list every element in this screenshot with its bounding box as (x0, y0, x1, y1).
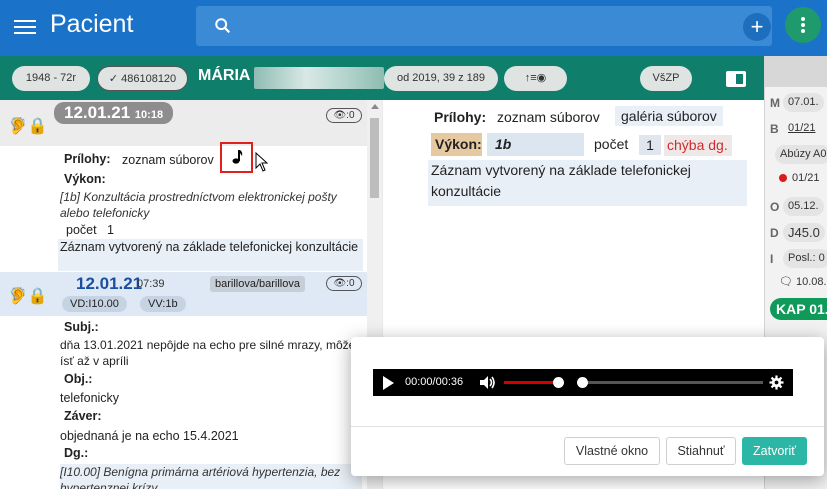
add-button[interactable]: + (743, 13, 771, 41)
summary-row[interactable]: M 07.01. (765, 92, 827, 114)
download-button[interactable]: Stiahnuť (666, 437, 736, 465)
summary-row[interactable]: 🗨 10.08. (765, 272, 827, 294)
vykon-label: Výkon: (64, 172, 106, 186)
play-icon[interactable] (383, 376, 394, 390)
hearing-lock-icon: 🦻🔒 (8, 118, 48, 135)
missing-dg-warning: chýba dg. (664, 135, 732, 156)
summary-row[interactable]: B 01/21 (765, 118, 827, 140)
gear-icon[interactable] (769, 375, 784, 390)
period-chip[interactable]: od 2019, 39 z 189 (384, 66, 498, 91)
gallery-link[interactable]: galéria súborov (615, 106, 723, 126)
summary-row[interactable]: Abúzy A0 (765, 144, 827, 166)
patient-name: MÁRIA (198, 67, 251, 84)
vykon-label: Výkon: (435, 136, 482, 152)
kap-badge[interactable]: KAP 01.0 (770, 298, 827, 320)
sidebar-toggle-icon[interactable] (725, 70, 747, 88)
filter-view-chip[interactable]: ↑≡◉ (504, 66, 567, 91)
scroll-thumb[interactable] (370, 118, 379, 198)
view-count-chip: 👁:0 (326, 276, 362, 291)
prilohy-label: Prílohy: (434, 109, 487, 125)
patient-bar: 1948 - 72r ✓ 486108120 MÁRIA od 2019, 39… (0, 56, 764, 100)
zaver-text: objednaná je na echo 15.4.2021 (60, 429, 239, 443)
app-title: Pacient (50, 10, 134, 38)
search-input[interactable] (196, 6, 772, 46)
progress-knob[interactable] (577, 377, 588, 388)
hearing-lock-icon: 🦻🔒 (8, 288, 48, 305)
close-button[interactable]: Zatvoriť (742, 437, 807, 465)
record-header[interactable]: 🦻🔒 12.01.21 10:18 👁:0 (0, 100, 367, 146)
playback-time: 00:00/00:36 (405, 376, 464, 388)
summary-row[interactable]: D J45.0 (765, 222, 827, 244)
scroll-up-icon[interactable] (371, 104, 379, 109)
record-note: Záznam vytvorený na základe telefonickej… (428, 160, 747, 206)
audio-player[interactable]: 00:00/00:36 (373, 369, 793, 396)
obj-text: telefonicky (60, 391, 120, 405)
procedure-chip[interactable]: VV:1b (140, 296, 186, 312)
birth-chip[interactable]: 1948 - 72r (12, 66, 90, 91)
summary-row[interactable]: O 05.12. (765, 196, 827, 218)
dg-label: Dg.: (64, 446, 89, 460)
more-menu-button[interactable] (785, 7, 821, 43)
top-app-bar: Pacient + (0, 0, 827, 56)
prilohy-label: Prílohy: (64, 152, 111, 166)
blurred-surname (254, 67, 384, 89)
progress-bar[interactable] (577, 381, 763, 384)
subj-text: dňa 13.01.2021 nepôjde na echo pre silné… (60, 338, 356, 368)
diagnosis-chip[interactable]: VD:I10.00 (62, 296, 127, 312)
patient-id: 486108120 (121, 73, 177, 85)
search-icon (215, 18, 231, 34)
summary-row[interactable]: I Posl.: 0 (765, 248, 827, 270)
menu-icon[interactable] (14, 16, 36, 38)
vykon-text: [1b] Konzultácia prostredníctvom elektro… (60, 190, 337, 220)
records-list: 🦻🔒 12.01.21 10:18 👁:0 Prílohy: zoznam sú… (0, 100, 382, 489)
count-value[interactable]: 1 (639, 135, 661, 155)
record-date: 12.01.21 (76, 274, 143, 293)
music-note-icon (232, 150, 243, 164)
own-window-button[interactable]: Vlastné okno (564, 437, 660, 465)
dialog-divider (351, 426, 824, 427)
obj-label: Obj.: (64, 372, 93, 386)
pocet-text: počet 1 (66, 223, 114, 237)
pocet-label: počet (594, 136, 629, 152)
insurer-chip[interactable]: VšZP (640, 66, 692, 91)
summary-row[interactable]: 01/21 (765, 168, 827, 190)
patient-id-chip[interactable]: ✓ 486108120 (97, 66, 188, 91)
attachments-link[interactable]: zoznam súborov (122, 152, 214, 168)
attachments-link[interactable]: zoznam súborov (497, 109, 600, 125)
record-date: 12.01.21 10:18 (54, 102, 174, 124)
volume-slider[interactable] (504, 381, 559, 384)
sort-eye-icon: ↑≡◉ (524, 72, 547, 84)
view-count-chip: 👁:0 (326, 108, 362, 123)
record-time: 07:39 (137, 278, 165, 290)
record-header[interactable]: 🦻🔒 12.01.21 07:39 barillova/barillova 👁:… (0, 272, 367, 316)
zaver-label: Záver: (64, 409, 102, 423)
check-icon: ✓ (108, 73, 122, 85)
record-note: Záznam vytvorený na základe telefonickej… (58, 239, 363, 271)
audio-attachment-highlight[interactable] (220, 142, 253, 173)
red-dot-icon (779, 174, 787, 182)
author-chip: barillova/barillova (210, 276, 305, 292)
procedure-code[interactable]: 1b (487, 133, 584, 156)
dg-text: [I10.00] Benígna primárna artériová hype… (60, 464, 362, 489)
volume-icon[interactable] (479, 375, 497, 390)
volume-knob[interactable] (553, 377, 565, 388)
subj-label: Subj.: (64, 320, 99, 334)
audio-player-dialog: 00:00/00:36 Vlastné okno Stiahnuť Zatvor… (351, 337, 824, 476)
mouse-cursor-icon (255, 152, 269, 172)
